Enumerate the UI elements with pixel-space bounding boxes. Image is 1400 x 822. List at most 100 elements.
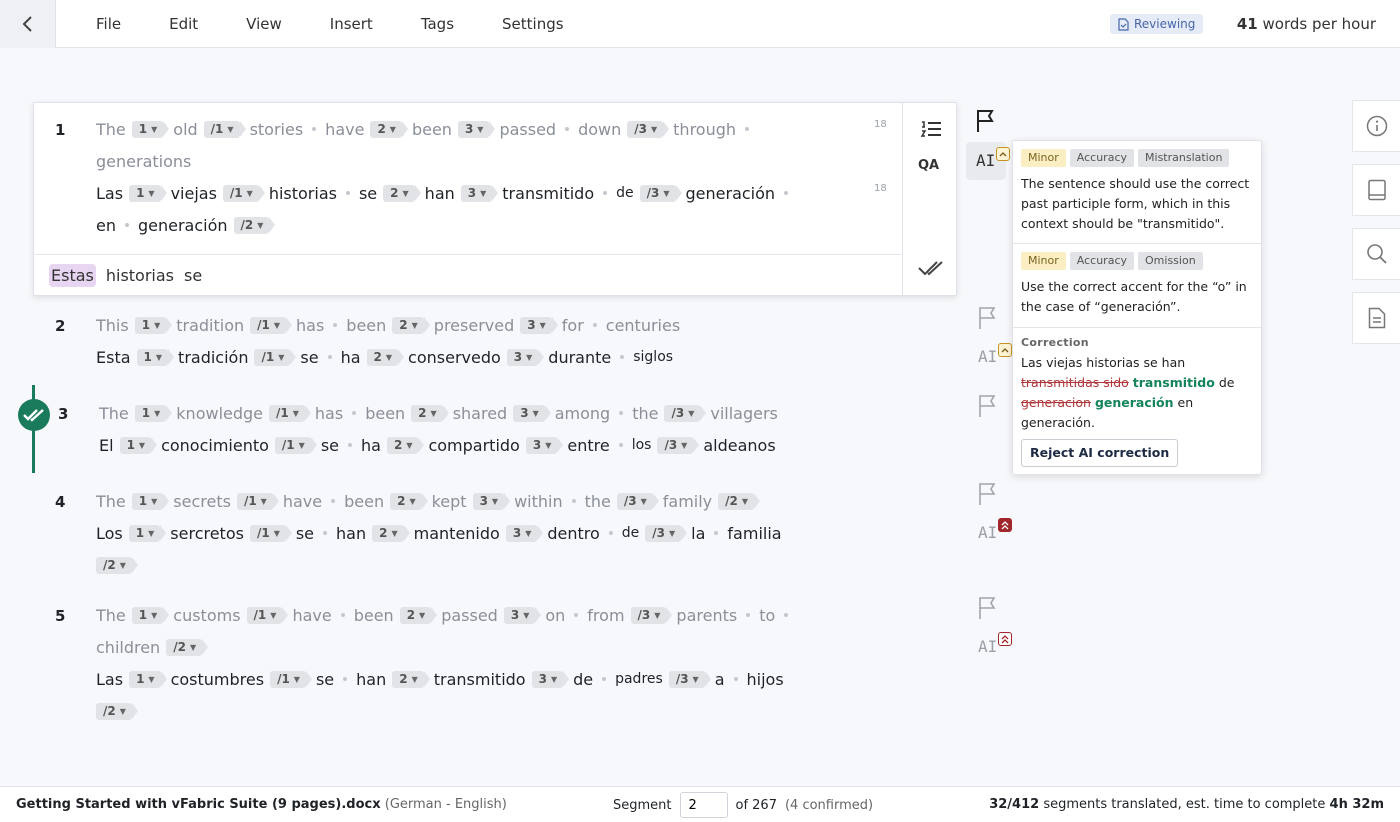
source-text[interactable]: The 1 ▼ secrets/1 ▼ have been 2 ▼ kept 3 ▼ within the… <box>96 485 836 517</box>
document-panel-button[interactable] <box>1352 292 1400 344</box>
source-text[interactable]: The 1 ▼ old/1 ▼ stories have 2 ▼ been 3 ▼ passed down… <box>96 113 826 177</box>
word-token[interactable]: ha <box>361 436 381 455</box>
source-text[interactable]: The 1 ▼ knowledge/1 ▼ has been 2 ▼ shared 3 ▼ among t… <box>99 397 839 429</box>
word-token[interactable]: de <box>573 670 593 689</box>
inline-tag[interactable]: 3 ▼ <box>525 436 563 454</box>
flag-icon[interactable] <box>978 596 1000 620</box>
word-token[interactable]: has <box>315 404 343 423</box>
word-token[interactable]: en <box>96 216 116 235</box>
inline-tag[interactable]: 3 ▼ <box>520 316 558 334</box>
inline-tag[interactable]: /2 ▼ <box>96 556 138 574</box>
ai-label[interactable]: AI <box>978 637 997 656</box>
word-token[interactable]: been <box>344 492 384 511</box>
word-token[interactable]: El <box>99 436 114 455</box>
word-token[interactable]: parents <box>676 606 737 625</box>
word-token[interactable]: The <box>96 606 126 625</box>
suggestion-word[interactable]: se <box>184 266 202 285</box>
menu-edit[interactable]: Edit <box>169 15 198 33</box>
word-token[interactable]: familia <box>727 524 781 543</box>
suggestion-word[interactable]: historias <box>106 266 174 285</box>
target-text[interactable]: Esta 1 ▼ tradición/1 ▼ se ha 2 ▼ conservedo 3 ▼ dura… <box>96 341 836 373</box>
word-token[interactable]: se <box>316 670 334 689</box>
inline-tag[interactable]: 2 ▼ <box>392 316 430 334</box>
inline-tag[interactable]: /2 ▼ <box>233 216 276 234</box>
inline-tag[interactable]: 1 ▼ <box>131 492 169 510</box>
inline-tag[interactable]: /3 ▼ <box>664 404 707 422</box>
inline-tag[interactable]: /3 ▼ <box>627 120 670 138</box>
flag-icon[interactable] <box>976 109 998 133</box>
word-token[interactable]: for <box>562 316 584 335</box>
word-token[interactable]: siglos <box>633 349 673 365</box>
word-token[interactable]: padres <box>615 671 663 687</box>
word-token[interactable]: tradition <box>176 316 244 335</box>
inline-tag[interactable]: /3 ▼ <box>639 184 682 202</box>
word-token[interactable]: the <box>632 404 658 423</box>
menu-view[interactable]: View <box>246 15 282 33</box>
inline-tag[interactable]: 1 ▼ <box>131 606 169 624</box>
flag-icon[interactable] <box>978 306 1000 330</box>
word-token[interactable]: hijos <box>747 670 784 689</box>
inline-tag[interactable]: 2 ▼ <box>383 184 421 202</box>
word-token[interactable]: to <box>759 606 775 625</box>
word-token[interactable]: conocimiento <box>161 436 269 455</box>
word-token[interactable]: entre <box>567 436 609 455</box>
inline-tag[interactable]: 1 ▼ <box>136 348 174 366</box>
word-token[interactable]: kept <box>432 492 467 511</box>
inline-tag[interactable]: /1 ▼ <box>274 436 317 454</box>
word-token[interactable]: customs <box>173 606 240 625</box>
word-token[interactable]: viejas <box>171 184 217 203</box>
word-token[interactable]: have <box>283 492 322 511</box>
target-text[interactable]: Los 1 ▼ sercretos/1 ▼ se han 2 ▼ mantenido 3 ▼ dentr… <box>96 517 836 581</box>
info-panel-button[interactable] <box>1352 100 1400 152</box>
inline-tag[interactable]: 3 ▼ <box>460 184 498 202</box>
word-token[interactable]: stories <box>250 120 304 139</box>
flag-icon[interactable] <box>978 482 1000 506</box>
confirmed-badge[interactable] <box>18 399 50 431</box>
word-token[interactable]: se <box>296 524 314 543</box>
word-token[interactable]: secrets <box>173 492 231 511</box>
word-token[interactable]: have <box>292 606 331 625</box>
word-token[interactable]: se <box>300 348 318 367</box>
word-token[interactable]: the <box>585 492 611 511</box>
inline-tag[interactable]: /1 ▼ <box>254 348 297 366</box>
word-token[interactable]: been <box>365 404 405 423</box>
inline-tag[interactable]: /3 ▼ <box>657 436 700 454</box>
word-token[interactable]: within <box>514 492 563 511</box>
word-token[interactable]: costumbres <box>171 670 264 689</box>
inline-tag[interactable]: 2 ▼ <box>399 606 437 624</box>
reject-ai-correction-button[interactable]: Reject AI correction <box>1021 439 1179 467</box>
inline-tag[interactable]: /1 ▼ <box>246 606 289 624</box>
list-ordered-icon[interactable] <box>920 119 942 139</box>
inline-tag[interactable]: 2 ▼ <box>386 436 424 454</box>
word-token[interactable]: family <box>663 492 712 511</box>
inline-tag[interactable]: 1 ▼ <box>119 436 157 454</box>
suggestion-word[interactable]: Estas <box>49 264 96 287</box>
inline-tag[interactable]: 3 ▼ <box>503 606 541 624</box>
source-text[interactable]: The 1 ▼ customs/1 ▼ have been 2 ▼ passed 3 ▼ on from /… <box>96 599 836 663</box>
word-token[interactable]: been <box>346 316 386 335</box>
glossary-panel-button[interactable] <box>1352 164 1400 216</box>
word-token[interactable]: se <box>359 184 377 203</box>
inline-tag[interactable]: /1 ▼ <box>270 670 312 688</box>
inline-tag[interactable]: /3 ▼ <box>630 606 673 624</box>
target-text[interactable]: Las 1 ▼ costumbres/1 ▼ se han 2 ▼ transmitido 3 ▼ de… <box>96 663 836 727</box>
word-token[interactable]: los <box>632 437 652 453</box>
search-panel-button[interactable] <box>1352 228 1400 280</box>
word-token[interactable]: Las <box>96 670 123 689</box>
inline-tag[interactable]: 2 ▼ <box>411 404 449 422</box>
word-token[interactable]: ha <box>341 348 361 367</box>
qa-button[interactable]: QA <box>918 158 939 173</box>
word-token[interactable]: de <box>616 185 634 201</box>
word-token[interactable]: passed <box>441 606 498 625</box>
ai-label[interactable]: AI <box>978 523 997 542</box>
inline-tag[interactable]: /3 ▼ <box>668 670 711 688</box>
inline-tag[interactable]: /2 ▼ <box>718 492 760 510</box>
word-token[interactable]: The <box>99 404 129 423</box>
inline-tag[interactable]: /2 ▼ <box>96 702 138 720</box>
inline-tag[interactable]: 2 ▼ <box>372 524 410 542</box>
word-token[interactable]: The <box>96 492 126 511</box>
word-token[interactable]: se <box>321 436 339 455</box>
inline-tag[interactable]: 3 ▼ <box>457 120 495 138</box>
word-token[interactable]: durante <box>548 348 611 367</box>
word-token[interactable]: generación <box>686 184 776 203</box>
